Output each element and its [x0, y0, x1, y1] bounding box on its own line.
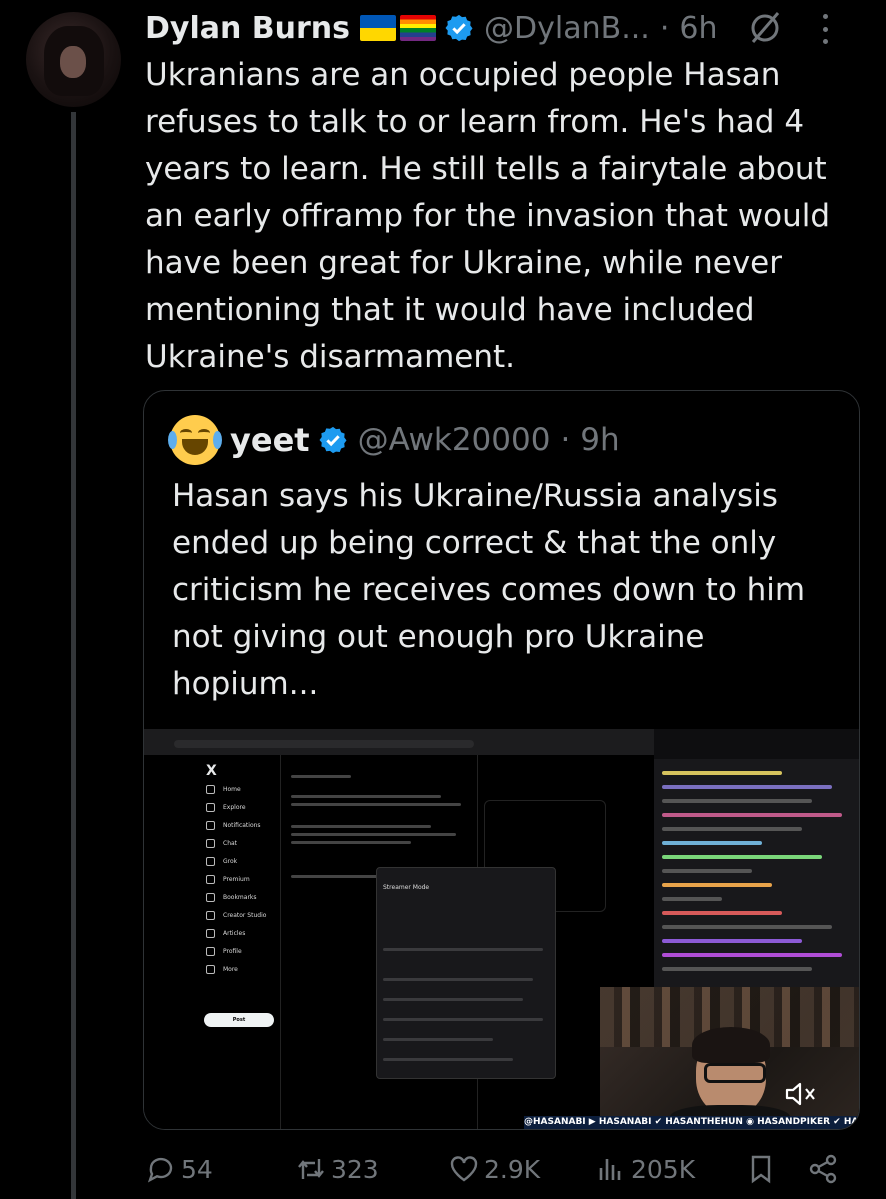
stream-ticker: @HASANABI ▶ HASANABI ✔ HASANTHEHUN ◉ HAS…	[524, 1116, 859, 1129]
mute-volume-icon[interactable]	[784, 1081, 818, 1107]
grok-icon[interactable]	[747, 10, 783, 46]
nav-explore: Explore	[206, 803, 246, 812]
quoted-media-video[interactable]: X Home Explore Notifications Chat Grok P…	[144, 729, 859, 1129]
repost-count: 323	[331, 1154, 379, 1184]
view-count: 205K	[631, 1154, 696, 1184]
quoted-tweet-time[interactable]: 9h	[580, 422, 619, 458]
nav-bookmarks: Bookmarks	[206, 893, 257, 902]
tweet-actions: 54 323 2.9K 205K	[145, 1148, 845, 1190]
author-handle[interactable]: @DylanB...	[484, 11, 650, 46]
heart-icon	[450, 1156, 478, 1182]
views-chart-icon	[599, 1159, 621, 1180]
quoted-tweet-text: Hasan says his Ukraine/Russia analysis e…	[172, 478, 806, 702]
share-icon	[809, 1154, 837, 1184]
bookmark-icon	[751, 1155, 771, 1184]
avatar[interactable]	[26, 12, 121, 107]
separator-dot: ·	[659, 10, 670, 46]
x-logo-icon: X	[206, 763, 217, 779]
post-button: Post	[204, 1013, 274, 1027]
nav-articles: Articles	[206, 929, 245, 938]
quoted-tweet-header: yeet @Awk20000 · 9h	[168, 415, 620, 465]
ukraine-flag-icon	[360, 15, 397, 41]
quoted-author-handle[interactable]: @Awk20000	[358, 422, 551, 458]
rainbow-flag-icon	[400, 15, 437, 41]
streamer-mode-panel: Streamer Mode	[376, 867, 556, 1079]
browser-toolbar	[144, 729, 654, 755]
quoted-author-name[interactable]: yeet	[230, 421, 310, 459]
bookmark-button[interactable]	[745, 1148, 781, 1190]
repost-icon	[298, 1159, 324, 1179]
nav-home: Home	[206, 785, 241, 794]
nav-chat: Chat	[206, 839, 237, 848]
nav-grok: Grok	[206, 857, 237, 866]
reply-count: 54	[181, 1154, 213, 1184]
author-name[interactable]: Dylan Burns	[145, 11, 350, 46]
views-button[interactable]: 205K	[595, 1148, 695, 1190]
more-options-icon[interactable]	[815, 14, 835, 44]
quoted-tweet[interactable]: yeet @Awk20000 · 9h Hasan says his Ukrai…	[143, 390, 860, 1130]
verified-badge-icon	[445, 14, 473, 42]
nav-more: More	[206, 965, 238, 974]
like-count: 2.9K	[484, 1154, 541, 1184]
thread-line	[71, 112, 76, 1199]
repost-button[interactable]: 323	[295, 1148, 379, 1190]
tweet-header: Dylan Burns @DylanB... · 6h	[145, 6, 717, 50]
tweet-text: Ukranians are an occupied people Hasan r…	[145, 57, 831, 375]
tweet-time[interactable]: 6h	[679, 11, 717, 46]
nav-creator-studio: Creator Studio	[206, 911, 266, 920]
nav-premium: Premium	[206, 875, 250, 884]
nav-profile: Profile	[206, 947, 242, 956]
verified-badge-icon	[319, 426, 347, 454]
share-button[interactable]	[807, 1148, 843, 1190]
laughing-emoji-avatar-icon[interactable]	[168, 415, 222, 465]
webcam-overlay	[600, 987, 859, 1129]
nav-notifications: Notifications	[206, 821, 261, 830]
like-button[interactable]: 2.9K	[448, 1148, 540, 1190]
reply-button[interactable]: 54	[145, 1148, 213, 1190]
separator-dot: ·	[560, 422, 571, 458]
reply-icon	[147, 1157, 173, 1183]
